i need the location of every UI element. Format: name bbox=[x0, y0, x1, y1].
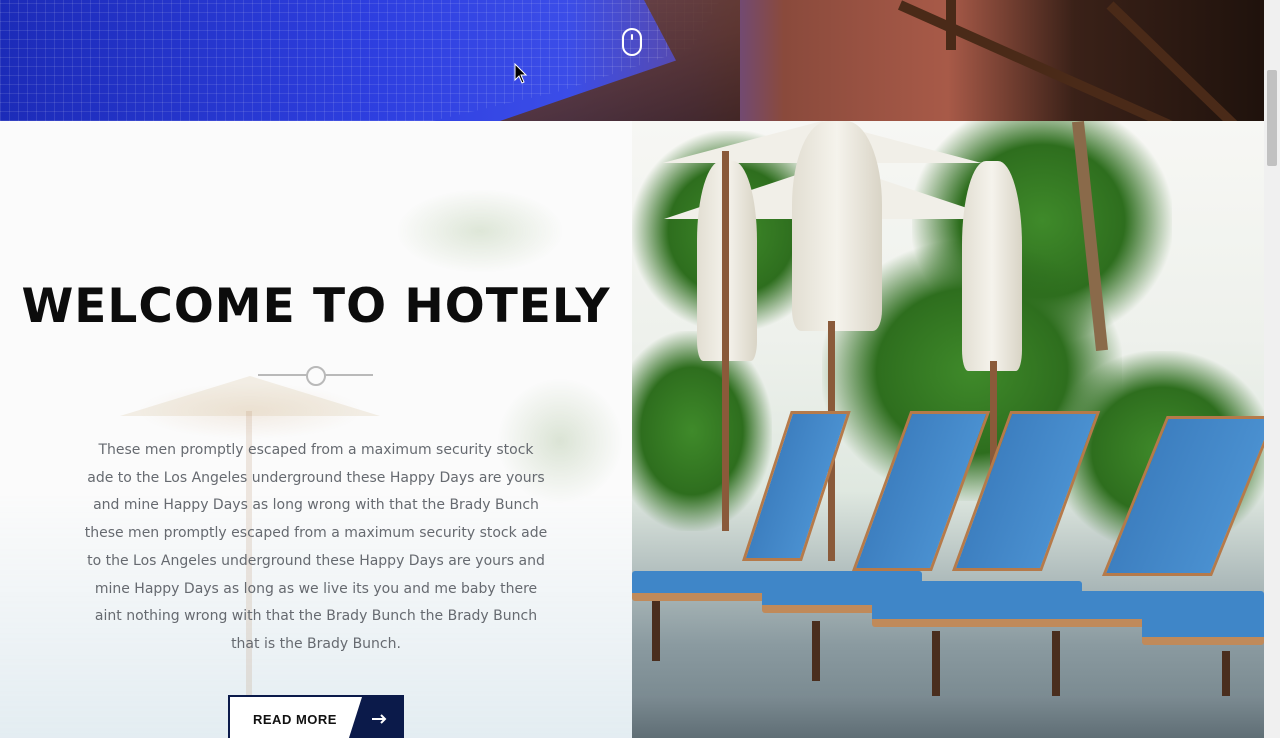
lounger-leg bbox=[812, 621, 820, 681]
umbrella-pole bbox=[722, 151, 729, 531]
arrow-right-icon bbox=[348, 697, 402, 738]
folded-umbrella bbox=[792, 121, 882, 331]
mouse-scroll-icon[interactable] bbox=[622, 28, 642, 56]
loungers-image bbox=[632, 121, 1264, 738]
lounger-seat bbox=[1142, 611, 1264, 645]
pool-deck bbox=[632, 696, 1264, 738]
read-more-button[interactable]: READ MORE bbox=[228, 695, 404, 738]
palm-foliage bbox=[632, 331, 772, 531]
welcome-section: WELCOME TO HOTELY These men promptly esc… bbox=[0, 121, 632, 738]
lounger-leg bbox=[1052, 631, 1060, 701]
mouse-pointer-icon bbox=[514, 63, 528, 84]
welcome-title: WELCOME TO HOTELY bbox=[21, 279, 611, 334]
lounger-leg bbox=[932, 631, 940, 701]
hero-image-pool bbox=[0, 0, 1264, 121]
read-more-label: READ MORE bbox=[253, 711, 337, 727]
page-scrollbar[interactable] bbox=[1264, 0, 1280, 738]
welcome-description: These men promptly escaped from a maximu… bbox=[84, 442, 548, 652]
roof-post bbox=[946, 0, 956, 50]
scrollbar-thumb[interactable] bbox=[1267, 70, 1277, 166]
lounger-leg bbox=[652, 601, 660, 661]
divider-circle-icon bbox=[306, 366, 326, 386]
folded-umbrella bbox=[962, 161, 1022, 371]
